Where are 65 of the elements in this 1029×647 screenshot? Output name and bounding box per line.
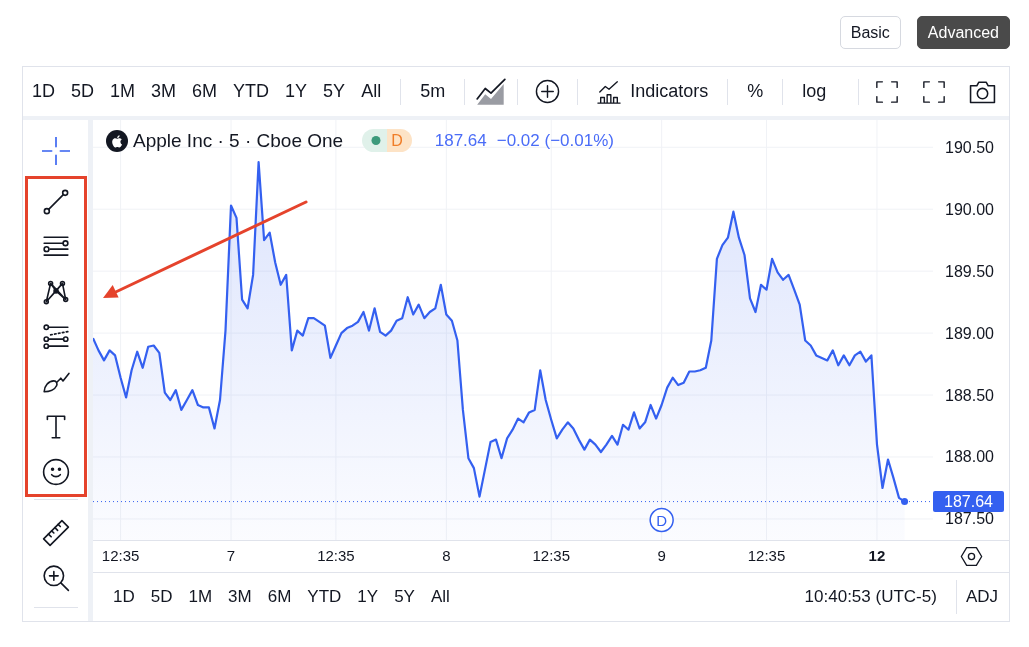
dividend-marker[interactable]: D (649, 507, 674, 533)
settings-icon[interactable] (961, 547, 982, 566)
clock-time: 10:40:53 (UTC-5) (804, 587, 937, 607)
point-marker-icon (901, 498, 909, 506)
zoom-in-icon[interactable] (41, 563, 70, 592)
time-axis-label: 12:35 (747, 546, 786, 564)
adjust-button[interactable]: ADJ (965, 581, 998, 613)
trend-line-icon[interactable] (41, 187, 70, 216)
chart-title: Apple Inc · 5 · Cboe One (133, 129, 344, 152)
channel-icon[interactable] (41, 322, 70, 351)
time-axis-label: 12:35 (532, 546, 570, 564)
price-axis-label: 187.50 (945, 510, 994, 528)
range-button[interactable]: 3M (220, 581, 260, 613)
indicators-icon (597, 79, 622, 104)
mode-button[interactable]: Basic (839, 16, 901, 49)
range-button[interactable]: 1Y (277, 73, 316, 110)
range-button[interactable]: 6M (259, 581, 300, 613)
fullscreen-icon[interactable] (922, 79, 947, 104)
price-axis-label: 189.00 (945, 324, 994, 342)
range-button[interactable]: 5D (63, 73, 103, 110)
price-axis-label: 190.50 (945, 138, 994, 156)
range-button[interactable]: All (353, 73, 390, 110)
annotation: D (656, 511, 668, 529)
smiley-icon[interactable] (41, 457, 70, 486)
fullscreen-icon[interactable] (875, 79, 900, 104)
time-axis-label: 9 (657, 546, 666, 564)
log-scale-button[interactable]: log (794, 73, 835, 110)
apple-icon (106, 129, 128, 152)
price-axis-label: 188.50 (945, 386, 994, 404)
time-axis-label: 12 (868, 546, 886, 564)
data-badge: D (387, 129, 412, 152)
price-axis-label: 189.50 (945, 262, 994, 280)
range-button[interactable]: 1M (102, 73, 144, 110)
range-button[interactable]: 5Y (315, 73, 354, 110)
range-button[interactable]: 5D (142, 581, 181, 613)
price-axis-label: 190.00 (945, 200, 994, 218)
range-button[interactable]: 1D (105, 581, 143, 613)
market-status-icon (362, 129, 388, 152)
range-button[interactable]: YTD (299, 581, 350, 613)
last-price: 187.64 (434, 130, 487, 151)
area-chart-icon[interactable] (476, 76, 507, 107)
range-button[interactable]: YTD (225, 73, 278, 110)
range-button[interactable]: 1D (24, 73, 63, 110)
ref-line-label: 187.64 (944, 493, 994, 511)
range-button[interactable]: 6M (184, 73, 226, 110)
price-axis-label: 188.00 (945, 448, 994, 466)
time-axis-label: 7 (226, 546, 236, 564)
time-axis-label: 12:35 (317, 546, 355, 564)
interval-button[interactable]: 5m (412, 73, 454, 110)
percent-button[interactable]: % (739, 73, 772, 110)
range-button[interactable]: All (422, 581, 458, 613)
mode-button[interactable]: Advanced (916, 16, 1010, 49)
range-button[interactable]: 1M (180, 581, 221, 613)
price-change: −0.02 (−0.01%) (496, 130, 614, 151)
time-axis-label: 12:35 (101, 546, 140, 564)
crosshair-icon[interactable] (41, 136, 70, 165)
range-button[interactable]: 3M (143, 73, 185, 110)
indicators-button[interactable]: Indicators (589, 73, 717, 110)
last-price-tag: 187.64 (933, 491, 1004, 513)
range-button[interactable]: 5Y (386, 581, 423, 613)
time-axis-label: 8 (442, 546, 451, 564)
ruler-icon[interactable] (41, 518, 70, 547)
camera-icon[interactable] (969, 78, 997, 105)
range-button[interactable]: 1Y (349, 581, 387, 613)
add-icon[interactable] (535, 79, 561, 104)
